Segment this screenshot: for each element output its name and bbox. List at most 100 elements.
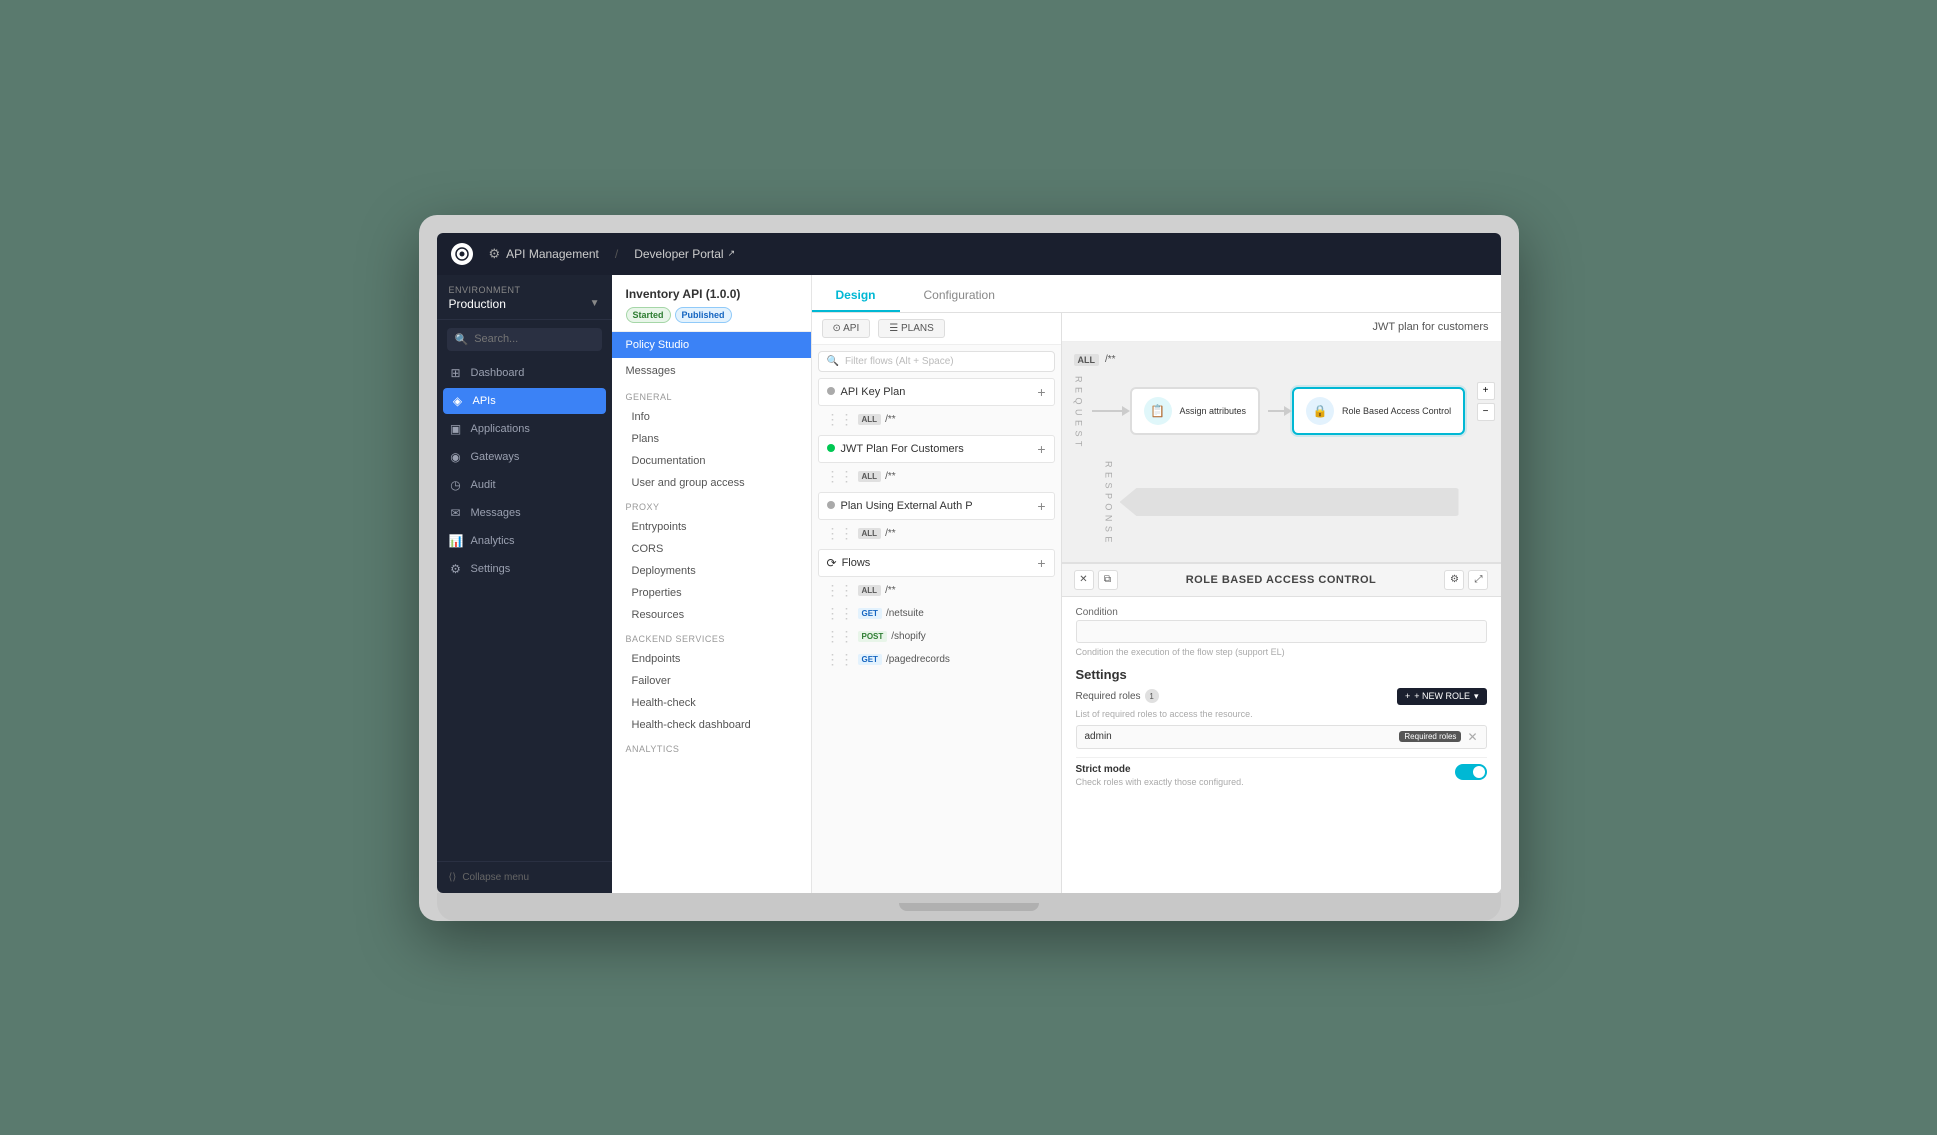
flow-item[interactable]: ⋮⋮ GET /pagedrecords xyxy=(818,648,1055,671)
nav-item-settings[interactable]: ⚙ Settings xyxy=(437,555,612,583)
user-group-access-menu[interactable]: User and group access xyxy=(612,472,811,494)
cors-menu[interactable]: CORS xyxy=(612,538,811,560)
toggle-knob xyxy=(1473,766,1485,778)
app-logo[interactable] xyxy=(451,243,473,265)
policy-panel-right-actions: ⚙ ⤢ xyxy=(1444,570,1488,590)
plans-button[interactable]: ☰ PLANS xyxy=(878,319,945,338)
api-title: Inventory API (1.0.0) xyxy=(626,287,797,301)
close-policy-btn[interactable]: ✕ xyxy=(1074,570,1094,590)
expand-policy-btn[interactable]: ⤢ xyxy=(1468,570,1488,590)
nav-item-messages[interactable]: ✉ Messages xyxy=(437,499,612,527)
new-role-button[interactable]: + + NEW ROLE ▾ xyxy=(1397,688,1487,705)
rbac-icon: 🔒 xyxy=(1306,397,1334,425)
api-button[interactable]: ⊙ API xyxy=(822,319,871,338)
plan-add-icon-ext[interactable]: + xyxy=(1037,498,1045,514)
resources-menu[interactable]: Resources xyxy=(612,604,811,626)
flows-add-icon[interactable]: + xyxy=(1037,555,1045,571)
tab-design[interactable]: Design xyxy=(812,280,900,312)
tab-configuration[interactable]: Configuration xyxy=(900,280,1019,312)
drag-handle: ⋮⋮ xyxy=(826,411,854,428)
strict-mode-desc: Check roles with exactly those configure… xyxy=(1076,777,1244,787)
strict-mode-text: Strict mode Check roles with exactly tho… xyxy=(1076,764,1244,787)
policy-studio-menu[interactable]: Policy Studio xyxy=(612,332,811,358)
plan-header-api-key[interactable]: API Key Plan + xyxy=(818,378,1055,406)
roles-sublabel: List of required roles to access the res… xyxy=(1076,709,1487,719)
deployments-menu[interactable]: Deployments xyxy=(612,560,811,582)
collapse-icon: ⟨⟩ xyxy=(449,872,457,883)
health-check-dashboard-menu[interactable]: Health-check dashboard xyxy=(612,714,811,736)
nav-item-dashboard[interactable]: ⊞ Dashboard xyxy=(437,359,612,387)
nav-item-analytics[interactable]: 📊 Analytics xyxy=(437,527,612,555)
env-selector[interactable]: Environment Production ▼ xyxy=(437,275,612,320)
plan-header-external[interactable]: Plan Using External Auth P + xyxy=(818,492,1055,520)
plan-add-icon-jwt[interactable]: + xyxy=(1037,441,1045,457)
started-badge: Started xyxy=(626,307,671,323)
flow-item[interactable]: ⋮⋮ ALL /** xyxy=(818,579,1055,602)
proxy-section-label: Proxy xyxy=(612,494,811,516)
api-sidebar: Inventory API (1.0.0) Started Published … xyxy=(612,275,812,893)
settings-policy-btn[interactable]: ⚙ xyxy=(1444,570,1464,590)
plan-api-key: API Key Plan + ⋮⋮ ALL /** xyxy=(818,378,1055,431)
flows-section-header[interactable]: ⟳ Flows + xyxy=(818,549,1055,577)
entrypoints-menu[interactable]: Entrypoints xyxy=(612,516,811,538)
health-check-menu[interactable]: Health-check xyxy=(612,692,811,714)
settings-icon: ⚙ xyxy=(449,562,463,576)
settings-title: Settings xyxy=(1076,667,1487,682)
flow-list-panel: ⊙ API ☰ PLANS 🔍 Filter flows (Alt + Spac… xyxy=(812,313,1061,893)
drag-handle: ⋮⋮ xyxy=(826,468,854,485)
plans-menu[interactable]: Plans xyxy=(612,428,811,450)
documentation-menu[interactable]: Documentation xyxy=(612,450,811,472)
properties-menu[interactable]: Properties xyxy=(612,582,811,604)
rbac-node[interactable]: 🔒 Role Based Access Control xyxy=(1292,387,1465,435)
api-management-section: ⚙ API Management xyxy=(489,246,599,262)
endpoints-menu[interactable]: Endpoints xyxy=(612,648,811,670)
condition-label: Condition xyxy=(1076,607,1487,618)
assign-attributes-icon: 📋 xyxy=(1144,397,1172,425)
general-section-label: General xyxy=(612,384,811,406)
plan-header-jwt[interactable]: JWT Plan For Customers + xyxy=(818,435,1055,463)
required-roles-header: Required roles 1 + + NEW ROLE ▾ xyxy=(1076,688,1487,705)
plan-external-auth: Plan Using External Auth P + ⋮⋮ ALL /** xyxy=(818,492,1055,545)
flow-item[interactable]: ⋮⋮ POST /shopify xyxy=(818,625,1055,648)
sidebar-search[interactable]: 🔍 xyxy=(447,328,602,351)
search-input[interactable] xyxy=(474,333,611,345)
backend-services-section-label: Backend services xyxy=(612,626,811,648)
info-menu[interactable]: Info xyxy=(612,406,811,428)
collapse-icon[interactable]: − xyxy=(1477,403,1495,421)
nav-item-audit[interactable]: ◷ Audit xyxy=(437,471,612,499)
flow-badge-all: ALL xyxy=(858,471,882,482)
messages-menu[interactable]: Messages xyxy=(612,358,811,384)
audit-icon: ◷ xyxy=(449,478,463,492)
roles-count-badge: 1 xyxy=(1145,689,1159,703)
strict-mode-row: Strict mode Check roles with exactly tho… xyxy=(1076,757,1487,787)
response-row: R E S P O N S E xyxy=(1104,461,1459,543)
external-link-icon: ↗ xyxy=(728,248,736,259)
nav-item-applications[interactable]: ▣ Applications xyxy=(437,415,612,443)
role-remove-btn[interactable]: ✕ xyxy=(1467,730,1477,744)
request-flow-row: R E Q U E S T 📋 Assign att xyxy=(1074,376,1489,447)
condition-input[interactable] xyxy=(1076,620,1487,643)
flow-filter[interactable]: 🔍 Filter flows (Alt + Space) xyxy=(818,351,1055,372)
search-icon: 🔍 xyxy=(455,333,469,346)
flow-item[interactable]: ⋮⋮ GET /netsuite xyxy=(818,602,1055,625)
plan-add-icon[interactable]: + xyxy=(1037,384,1045,400)
expand-icon[interactable]: + xyxy=(1477,382,1495,400)
gateways-icon: ◉ xyxy=(449,450,463,464)
canvas-controls[interactable]: + − xyxy=(1477,382,1495,421)
nav-item-apis[interactable]: ◈ APIs xyxy=(443,388,606,414)
analytics-icon: 📊 xyxy=(449,534,463,548)
collapse-menu-button[interactable]: ⟨⟩ Collapse menu xyxy=(437,861,612,893)
dashboard-icon: ⊞ xyxy=(449,366,463,380)
required-roles-label: Required roles 1 xyxy=(1076,689,1159,703)
copy-policy-btn[interactable]: ⧉ xyxy=(1098,570,1118,590)
developer-portal-link[interactable]: Developer Portal ↗ xyxy=(634,247,735,261)
flow-item[interactable]: ⋮⋮ ALL /** xyxy=(818,465,1055,488)
gear-icon: ⚙ xyxy=(489,246,501,262)
nav-item-gateways[interactable]: ◉ Gateways xyxy=(437,443,612,471)
policy-panel-header: ✕ ⧉ ROLE BASED ACCESS CONTROL ⚙ ⤢ xyxy=(1062,564,1501,597)
strict-mode-toggle[interactable] xyxy=(1455,764,1487,780)
assign-attributes-node[interactable]: 📋 Assign attributes xyxy=(1130,387,1261,435)
flow-item[interactable]: ⋮⋮ ALL /** xyxy=(818,522,1055,545)
flow-item[interactable]: ⋮⋮ ALL /** xyxy=(818,408,1055,431)
failover-menu[interactable]: Failover xyxy=(612,670,811,692)
